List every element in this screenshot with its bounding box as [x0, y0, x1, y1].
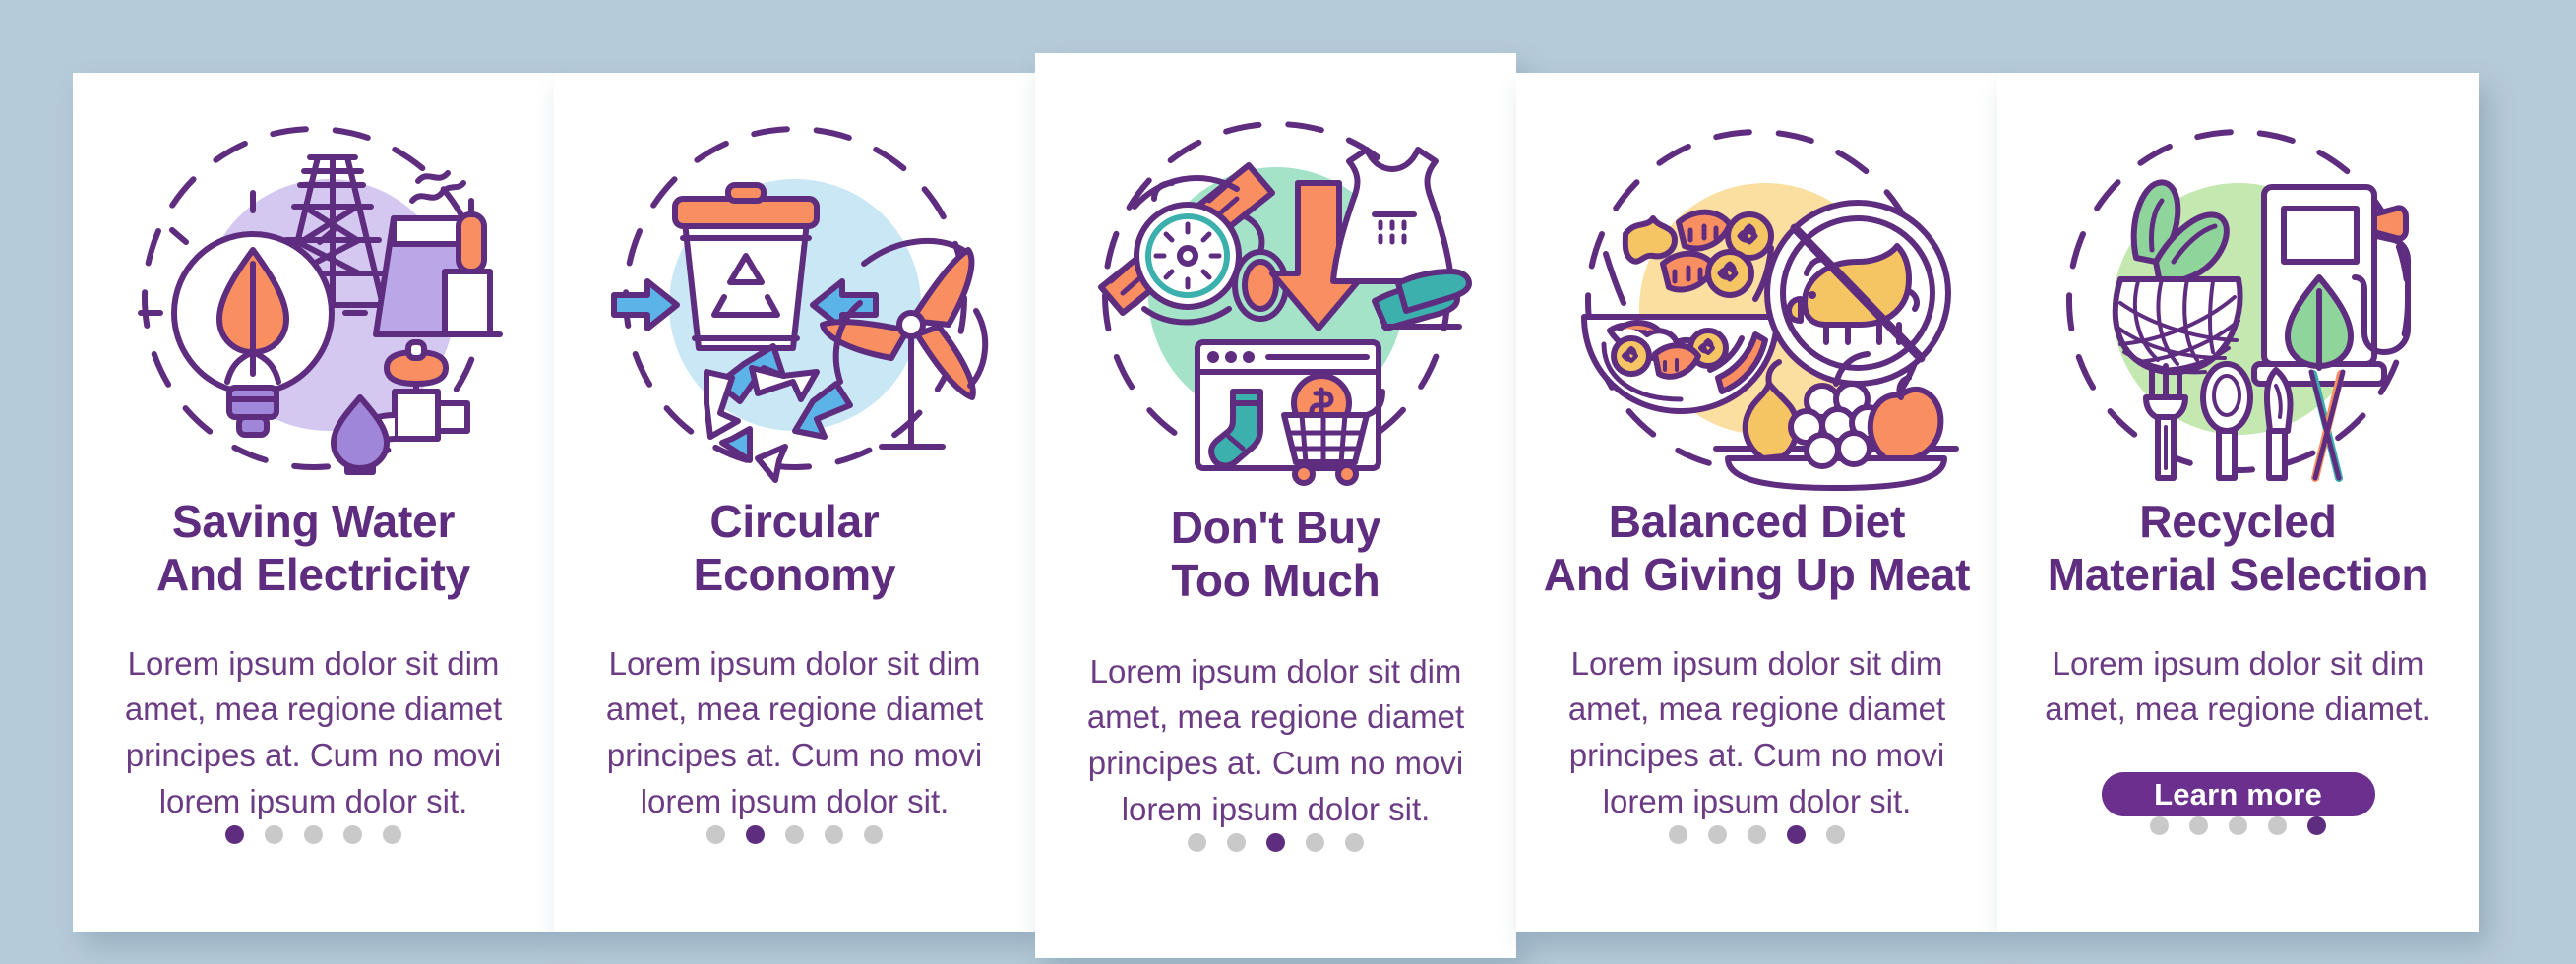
- pagination-dot-2[interactable]: [1708, 825, 1727, 845]
- balanced-diet-illustration: [1516, 116, 1997, 491]
- pagination-dot-3[interactable]: [1266, 833, 1285, 853]
- pagination-dot-1[interactable]: [706, 825, 725, 845]
- learn-more-button[interactable]: Learn more: [2101, 772, 2375, 816]
- pagination-dot-3[interactable]: [1748, 825, 1766, 845]
- pagination-dot-2[interactable]: [746, 825, 765, 845]
- pagination-dots[interactable]: [225, 825, 401, 845]
- card-title: Circular Economy: [693, 496, 896, 600]
- recycled-material-illustration: [1997, 116, 2479, 482]
- onboarding-card-circular-economy[interactable]: Circular Economy Lorem ipsum dolor sit d…: [554, 73, 1035, 932]
- pagination-dot-3[interactable]: [304, 825, 323, 845]
- pagination-dot-2[interactable]: [1227, 833, 1246, 853]
- onboarding-card-recycled-material-selection[interactable]: Recycled Material Selection Lorem ipsum …: [1997, 73, 2479, 932]
- pagination-dots[interactable]: [1669, 825, 1845, 845]
- pagination-dot-1[interactable]: [1669, 825, 1687, 845]
- pagination-dot-4[interactable]: [1306, 833, 1324, 853]
- dont-buy-too-much-illustration: [1035, 108, 1516, 486]
- pagination-dot-3[interactable]: [2229, 816, 2247, 835]
- pagination-dot-3[interactable]: [785, 825, 804, 845]
- pagination-dot-4[interactable]: [1787, 825, 1806, 845]
- card-title: Don't Buy Too Much: [1170, 502, 1381, 606]
- card-body-text: Lorem ipsum dolor sit dim amet, mea regi…: [124, 644, 503, 820]
- circular-economy-illustration: [554, 116, 1035, 483]
- pagination-dot-5[interactable]: [1826, 825, 1845, 845]
- card-body-text: Lorem ipsum dolor sit dim amet, mea regi…: [605, 644, 984, 820]
- pagination-dot-1[interactable]: [2150, 816, 2169, 835]
- pagination-dots[interactable]: [706, 825, 883, 845]
- pagination-dots[interactable]: [1188, 833, 1364, 853]
- pagination-dots[interactable]: [2150, 816, 2326, 835]
- card-body-text: Lorem ipsum dolor sit dim amet, mea regi…: [1567, 644, 1946, 820]
- pagination-dot-5[interactable]: [383, 825, 401, 845]
- pagination-dot-4[interactable]: [343, 825, 362, 845]
- card-title: Recycled Material Selection: [2047, 496, 2429, 600]
- pagination-dot-4[interactable]: [2268, 816, 2287, 835]
- onboarding-card-balanced-diet-and-giving-up-meat[interactable]: Balanced Diet And Giving Up Meat Lorem i…: [1516, 73, 1997, 932]
- pagination-dot-1[interactable]: [225, 825, 244, 845]
- onboarding-card-saving-water-and-electricity[interactable]: Saving Water And Electricity Lorem ipsum…: [73, 73, 554, 932]
- card-title: Balanced Diet And Giving Up Meat: [1543, 496, 1971, 600]
- pagination-dot-1[interactable]: [1188, 833, 1206, 853]
- card-body-text: Lorem ipsum dolor sit dim amet, mea regi…: [1086, 652, 1465, 828]
- pagination-dot-2[interactable]: [265, 825, 283, 845]
- pagination-dot-5[interactable]: [2307, 816, 2326, 835]
- onboarding-card-dont-buy-too-much[interactable]: Don't Buy Too Much Lorem ipsum dolor sit…: [1035, 53, 1516, 958]
- pagination-dot-4[interactable]: [825, 825, 843, 845]
- onboarding-screens-stage: Saving Water And Electricity Lorem ipsum…: [0, 0, 2576, 964]
- pagination-dot-5[interactable]: [864, 825, 883, 845]
- saving-water-electricity-illustration: [73, 116, 554, 480]
- pagination-dot-2[interactable]: [2189, 816, 2208, 835]
- pagination-dot-5[interactable]: [1345, 833, 1364, 853]
- card-body-text: Lorem ipsum dolor sit dim amet, mea regi…: [2045, 644, 2431, 728]
- card-title: Saving Water And Electricity: [155, 496, 471, 600]
